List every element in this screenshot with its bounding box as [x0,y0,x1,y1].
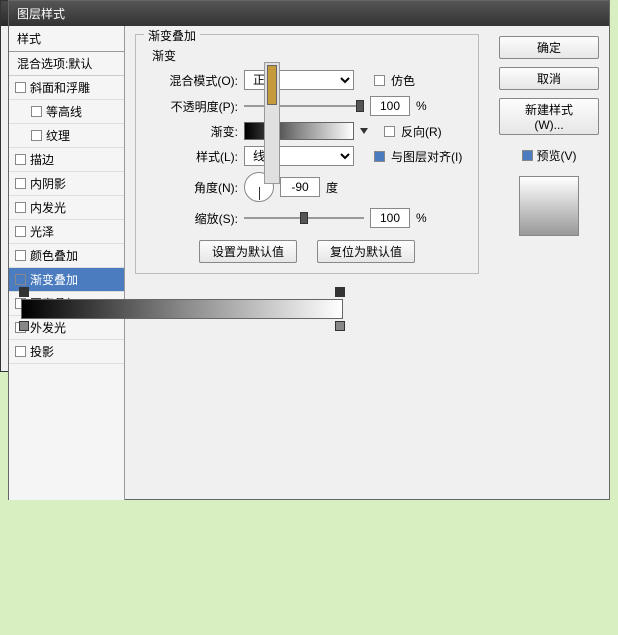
group-title: 渐变叠加 [144,27,200,44]
scale-input[interactable] [370,208,410,228]
style-checkbox[interactable] [31,106,42,117]
style-list-header: 样式 [9,26,124,52]
dither-checkbox[interactable] [374,75,385,86]
style-item-label: 光泽 [30,223,54,240]
style-checkbox[interactable] [15,250,26,261]
cancel-button[interactable]: 取消 [499,67,599,90]
angle-input[interactable] [280,177,320,197]
style-checkbox[interactable] [15,82,26,93]
style-item-label: 纹理 [46,127,70,144]
style-item-5[interactable]: 内发光 [9,196,124,220]
reverse-checkbox[interactable] [384,126,395,137]
style-item-6[interactable]: 光泽 [9,220,124,244]
style-item-11[interactable]: 投影 [9,340,124,364]
settings-panel: 渐变叠加 渐变 混合模式(O): 正常 仿色 不透明度(P): % 渐变: [125,26,489,500]
blend-mode-select[interactable]: 正常 [244,70,354,90]
opacity-input[interactable] [370,96,410,116]
pct-label-2: % [416,211,427,225]
align-label: 与图层对齐(I) [391,148,462,165]
make-default-button[interactable]: 设置为默认值 [199,240,297,263]
color-stop[interactable] [335,321,345,331]
style-item-7[interactable]: 颜色叠加 [9,244,124,268]
scale-slider[interactable] [244,210,364,226]
layer-style-window: 图层样式 样式 混合选项:默认 斜面和浮雕等高线纹理描边内阴影内发光光泽颜色叠加… [8,0,610,500]
right-panel: 确定 取消 新建样式(W)... 预览(V) [489,26,609,500]
dither-label: 仿色 [391,72,415,89]
style-item-label: 投影 [30,343,54,360]
angle-unit: 度 [326,179,338,196]
style-item-1[interactable]: 等高线 [9,100,124,124]
preview-box [519,176,579,236]
color-stop[interactable] [19,321,29,331]
reset-default-button[interactable]: 复位为默认值 [317,240,415,263]
pct-label: % [416,99,427,113]
style-item-0[interactable]: 斜面和浮雕 [9,76,124,100]
preset-scrollbar[interactable] [264,62,280,184]
gradient-dropdown-icon[interactable] [360,128,368,134]
ok-button[interactable]: 确定 [499,36,599,59]
opacity-label: 不透明度(P): [148,98,238,115]
scale-label: 缩放(S): [148,210,238,227]
style-checkbox[interactable] [31,130,42,141]
style-select[interactable]: 线性 [244,146,354,166]
gradient-bar[interactable] [21,299,343,319]
style-checkbox[interactable] [15,346,26,357]
subgroup-label: 渐变 [152,47,466,64]
opacity-stop[interactable] [19,287,29,297]
angle-label: 角度(N): [148,179,238,196]
style-checkbox[interactable] [15,202,26,213]
style-item-label: 等高线 [46,103,82,120]
style-item-label: 渐变叠加 [30,271,78,288]
style-list: 样式 混合选项:默认 斜面和浮雕等高线纹理描边内阴影内发光光泽颜色叠加渐变叠加图… [9,26,125,500]
layer-style-title: 图层样式 [17,7,65,21]
style-item-label: 外发光 [30,319,66,336]
style-checkbox[interactable] [15,178,26,189]
reverse-label: 反向(R) [401,123,442,140]
opacity-stop[interactable] [335,287,345,297]
style-item-label: 内发光 [30,199,66,216]
style-item-label: 内阴影 [30,175,66,192]
layer-style-titlebar[interactable]: 图层样式 [9,1,609,26]
style-label: 样式(L): [148,148,238,165]
style-checkbox[interactable] [15,154,26,165]
style-item-label: 描边 [30,151,54,168]
style-checkbox[interactable] [15,274,26,285]
style-checkbox[interactable] [15,226,26,237]
style-item-4[interactable]: 内阴影 [9,172,124,196]
align-checkbox[interactable] [374,151,385,162]
style-item-label: 颜色叠加 [30,247,78,264]
opacity-slider[interactable] [244,98,364,114]
style-item-2[interactable]: 纹理 [9,124,124,148]
preview-checkbox[interactable] [522,150,533,161]
blend-options-header[interactable]: 混合选项:默认 [9,52,124,76]
gradient-label: 渐变: [148,123,238,140]
style-item-3[interactable]: 描边 [9,148,124,172]
blend-mode-label: 混合模式(O): [148,72,238,89]
preview-label: 预览(V) [537,147,577,164]
style-item-label: 斜面和浮雕 [30,79,90,96]
gradient-swatch[interactable] [244,122,354,140]
new-style-button[interactable]: 新建样式(W)... [499,98,599,135]
